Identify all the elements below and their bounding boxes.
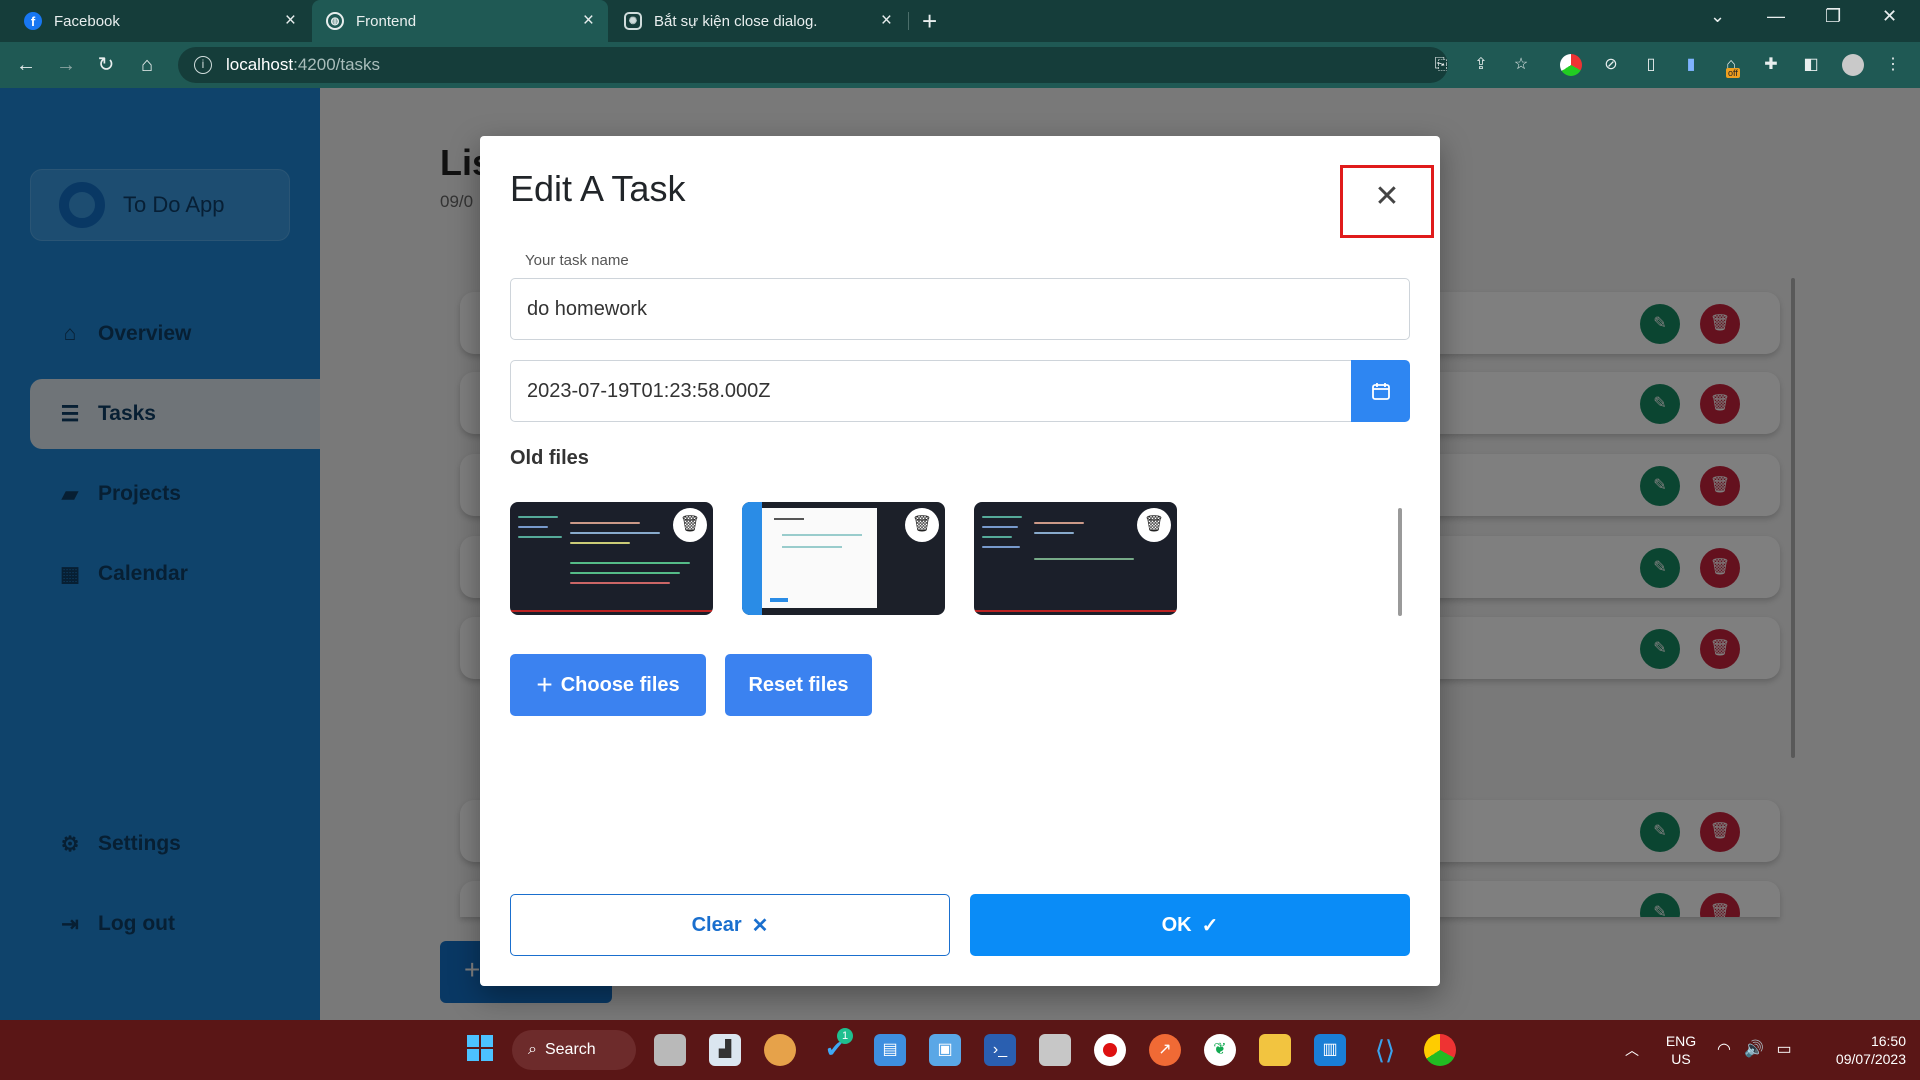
old-files-heading: Old files bbox=[510, 447, 589, 469]
search-icon: ⌕ bbox=[528, 1041, 537, 1058]
wifi-icon[interactable]: ◠ bbox=[1712, 1034, 1736, 1066]
globe-icon: ◍ bbox=[326, 12, 344, 30]
browser-tab-bar: f Facebook × ◍ Frontend × ✺ Bắt sự kiện … bbox=[0, 0, 1920, 42]
todo-check-icon[interactable]: ✔ 1 bbox=[819, 1028, 853, 1066]
tab-chatgpt[interactable]: ✺ Bắt sự kiện close dialog. × bbox=[610, 0, 906, 42]
home-icon[interactable]: ⌂ bbox=[133, 51, 161, 79]
choose-files-label: Choose files bbox=[560, 673, 680, 696]
tab-close-icon[interactable]: × bbox=[881, 11, 892, 31]
reload-icon[interactable]: ↻ bbox=[92, 51, 120, 79]
check-icon: ✓ bbox=[1201, 914, 1219, 937]
file-manager-icon[interactable] bbox=[1039, 1034, 1071, 1066]
clock[interactable]: 16:50 09/07/2023 bbox=[1814, 1032, 1906, 1068]
edit-task-dialog: Edit A Task ✕ Your task name Old files 🗑 bbox=[480, 136, 1440, 986]
powershell-icon[interactable]: ›_ bbox=[984, 1034, 1016, 1066]
new-tab-button[interactable]: + bbox=[922, 8, 937, 34]
remote-desktop-icon[interactable]: ▣ bbox=[929, 1034, 961, 1066]
extension-phone-icon[interactable]: ▯ bbox=[1640, 54, 1662, 76]
side-panel-icon[interactable]: ◧ bbox=[1800, 54, 1822, 76]
trash-icon[interactable]: 🗑 bbox=[1137, 508, 1171, 542]
due-date-input[interactable] bbox=[510, 360, 1352, 422]
extension-compass-icon[interactable]: ⊘ bbox=[1600, 54, 1622, 76]
battery-icon[interactable]: ▭ bbox=[1772, 1034, 1796, 1066]
clear-button[interactable]: Clear ✕ bbox=[510, 894, 950, 956]
notepad-icon[interactable]: ▤ bbox=[874, 1034, 906, 1066]
volume-icon[interactable]: 🔊 bbox=[1742, 1034, 1766, 1066]
back-icon[interactable]: ← bbox=[12, 51, 40, 79]
postman-icon[interactable]: ↗ bbox=[1149, 1034, 1181, 1066]
resource-monitor-icon[interactable]: ▟ bbox=[709, 1034, 741, 1066]
extension-doc-icon[interactable]: ▮ bbox=[1680, 54, 1702, 76]
calendar-picker-button[interactable] bbox=[1351, 360, 1410, 422]
close-icon: ✕ bbox=[751, 914, 769, 937]
tab-title: Bắt sự kiện close dialog. bbox=[654, 12, 818, 30]
trash-icon[interactable]: 🗑 bbox=[673, 508, 707, 542]
choose-files-button[interactable]: + Choose files bbox=[510, 654, 706, 716]
trello-icon[interactable]: ▥ bbox=[1314, 1034, 1346, 1066]
chatgpt-icon: ✺ bbox=[624, 12, 642, 30]
tab-facebook[interactable]: f Facebook × bbox=[10, 0, 310, 42]
minimize-icon[interactable]: — bbox=[1767, 6, 1785, 27]
reset-files-label: Reset files bbox=[748, 673, 849, 696]
extensions-puzzle-icon[interactable]: ✚ bbox=[1760, 54, 1782, 76]
close-icon[interactable]: ✕ bbox=[1367, 177, 1407, 217]
extension-color-icon[interactable] bbox=[1560, 54, 1582, 76]
tray-chevron-icon[interactable]: ︿ bbox=[1616, 1034, 1648, 1066]
forward-icon[interactable]: → bbox=[52, 51, 80, 79]
tab-title: Frontend bbox=[356, 12, 417, 30]
window-close-icon[interactable]: ✕ bbox=[1882, 6, 1897, 27]
file-thumbnail[interactable]: 🗑 bbox=[510, 502, 713, 615]
windows-taskbar: ⌕ Search ▟ ✔ 1 ▤ ▣ ›_ ↗ ❦ ▥ ⟨⟩ ︿ ENG US ◠… bbox=[0, 1020, 1920, 1080]
site-info-icon[interactable]: i bbox=[194, 56, 212, 74]
task-name-input[interactable] bbox=[510, 278, 1410, 340]
mongodb-icon[interactable]: ❦ bbox=[1204, 1034, 1236, 1066]
language-indicator[interactable]: ENG US bbox=[1664, 1032, 1698, 1068]
ok-button[interactable]: OK ✓ bbox=[970, 894, 1410, 956]
tab-title: Facebook bbox=[54, 12, 120, 30]
vscode-icon[interactable]: ⟨⟩ bbox=[1369, 1034, 1401, 1066]
tab-close-icon[interactable]: × bbox=[583, 11, 594, 31]
profile-avatar[interactable] bbox=[1842, 54, 1864, 76]
chrome-icon[interactable] bbox=[1424, 1034, 1456, 1066]
chrome-menu-icon[interactable]: ⋮ bbox=[1882, 54, 1904, 76]
url-text: localhost:4200/tasks bbox=[226, 55, 381, 74]
bookmark-star-icon[interactable]: ☆ bbox=[1510, 54, 1532, 76]
calendar-icon bbox=[1371, 383, 1390, 400]
folder-icon[interactable] bbox=[1259, 1034, 1291, 1066]
tab-search-chevron-icon[interactable]: ⌄ bbox=[1710, 6, 1725, 27]
recorder-icon[interactable] bbox=[1094, 1034, 1126, 1066]
browser-toolbar: ← → ↻ ⌂ i localhost:4200/tasks ⎘ ⇪ ☆ ⊘ ▯… bbox=[0, 42, 1920, 88]
taskbar-search-label: Search bbox=[544, 1041, 596, 1058]
windows-start-icon[interactable] bbox=[464, 1034, 496, 1066]
dialog-title: Edit A Task bbox=[510, 168, 686, 209]
facebook-icon: f bbox=[24, 12, 42, 30]
trash-icon[interactable]: 🗑 bbox=[905, 508, 939, 542]
files-scrollbar[interactable] bbox=[1398, 508, 1402, 616]
plus-icon: + bbox=[536, 669, 553, 700]
tab-frontend[interactable]: ◍ Frontend × bbox=[312, 0, 608, 42]
task-view-icon[interactable] bbox=[654, 1034, 686, 1066]
task-name-label: Your task name bbox=[525, 252, 629, 269]
share-icon[interactable]: ⇪ bbox=[1470, 54, 1492, 76]
taskbar-search[interactable]: ⌕ Search bbox=[512, 1030, 636, 1070]
translate-icon[interactable]: ⎘ bbox=[1430, 54, 1452, 76]
weather-icon[interactable] bbox=[764, 1034, 796, 1066]
reset-files-button[interactable]: Reset files bbox=[725, 654, 872, 716]
file-thumbnail[interactable]: 🗑 bbox=[742, 502, 945, 615]
ok-label: OK bbox=[1161, 913, 1192, 936]
file-thumbnail[interactable]: 🗑 bbox=[974, 502, 1177, 615]
tab-close-icon[interactable]: × bbox=[285, 11, 296, 31]
restore-icon[interactable]: ❐ bbox=[1825, 6, 1841, 27]
clear-label: Clear bbox=[691, 913, 742, 936]
address-bar[interactable]: i localhost:4200/tasks bbox=[178, 47, 1448, 83]
tab-separator bbox=[908, 12, 909, 30]
extension-off-icon[interactable]: ⌂ off bbox=[1720, 54, 1742, 78]
